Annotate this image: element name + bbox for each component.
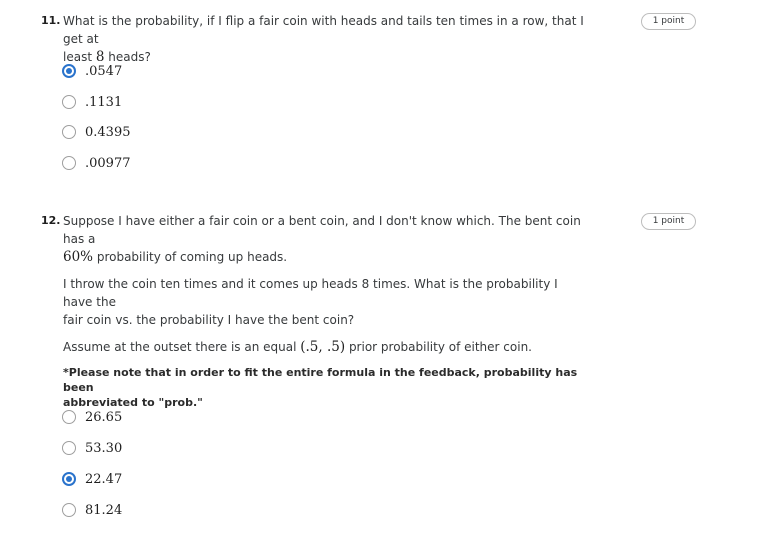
feedback-note: *Please note that in order to fit the en… <box>63 365 583 410</box>
question-text-line: least 8 heads? <box>63 48 588 66</box>
text-fragment: prior probability of either coin. <box>345 340 532 354</box>
text-fragment: Assume at the outset there is an equal <box>63 340 301 354</box>
radio-button[interactable] <box>62 156 76 170</box>
radio-button[interactable] <box>62 410 76 424</box>
question-text-line: 60% probability of coming up heads. <box>63 248 588 266</box>
radio-button[interactable] <box>62 503 76 517</box>
radio-button-selected[interactable] <box>62 64 76 78</box>
answer-option[interactable]: .0547 <box>62 62 122 80</box>
question-paragraph: I throw the coin ten times and it comes … <box>63 275 588 329</box>
question-text: Suppose I have either a fair coin or a b… <box>63 212 588 266</box>
answer-option[interactable]: 53.30 <box>62 439 122 457</box>
option-label: .0547 <box>85 63 123 79</box>
option-label: .1131 <box>85 94 123 110</box>
note-line: *Please note that in order to fit the en… <box>63 366 578 394</box>
option-label: 22.47 <box>85 471 123 487</box>
question-text-line: Suppose I have either a fair coin or a b… <box>63 214 581 246</box>
question-text-line: Assume at the outset there is an equal (… <box>63 338 588 356</box>
answer-option[interactable]: 26.65 <box>62 408 122 426</box>
question-text: What is the probability, if I flip a fai… <box>63 12 588 66</box>
question-text-line: What is the probability, if I flip a fai… <box>63 14 584 46</box>
text-fragment: probability of coming up heads. <box>93 250 288 264</box>
option-label: 26.65 <box>85 409 123 425</box>
answer-option[interactable]: 81.24 <box>62 501 122 519</box>
answer-option[interactable]: 0.4395 <box>62 123 131 141</box>
radio-button-selected[interactable] <box>62 472 76 486</box>
answer-option[interactable]: 22.47 <box>62 470 122 488</box>
answer-option[interactable]: .00977 <box>62 154 131 172</box>
option-label: 81.24 <box>85 502 123 518</box>
radio-button[interactable] <box>62 441 76 455</box>
math-value: (.5, .5) <box>300 339 346 355</box>
option-label: .00977 <box>85 155 131 171</box>
note-line: abbreviated to "prob." <box>63 396 203 409</box>
question-paragraph: Assume at the outset there is an equal (… <box>63 338 588 356</box>
option-label: 53.30 <box>85 440 123 456</box>
question-text-line: I throw the coin ten times and it comes … <box>63 277 558 309</box>
answer-option[interactable]: .1131 <box>62 93 122 111</box>
points-badge: 1 point <box>641 13 696 30</box>
question-number: 11. <box>41 14 61 27</box>
option-label: 0.4395 <box>85 124 131 140</box>
points-badge: 1 point <box>641 213 696 230</box>
radio-button[interactable] <box>62 125 76 139</box>
math-value: 60% <box>63 249 94 265</box>
radio-button[interactable] <box>62 95 76 109</box>
question-number: 12. <box>41 214 61 227</box>
question-text-line: fair coin vs. the probability I have the… <box>63 313 355 327</box>
